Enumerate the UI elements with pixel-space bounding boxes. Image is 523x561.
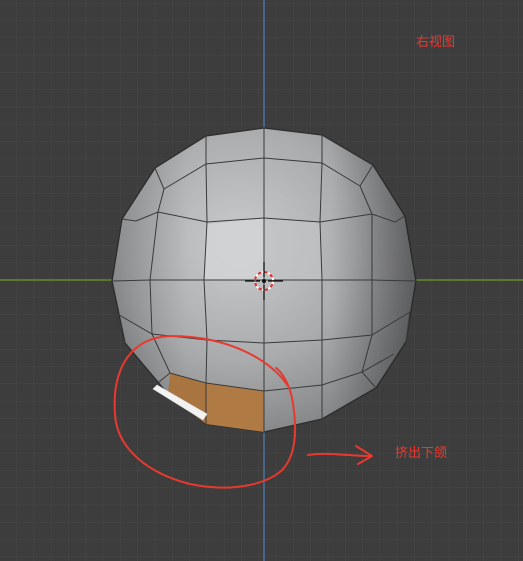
viewport-canvas[interactable]	[0, 0, 523, 561]
selected-face[interactable]	[206, 383, 264, 432]
3d-viewport[interactable]: 右视图 挤出下颌	[0, 0, 523, 561]
mesh-highlight-face	[264, 218, 322, 280]
extrude-jaw-annotation: 挤出下颌	[395, 446, 448, 461]
mesh-highlight-face	[204, 218, 264, 280]
view-name-label: 右视图	[416, 35, 456, 50]
